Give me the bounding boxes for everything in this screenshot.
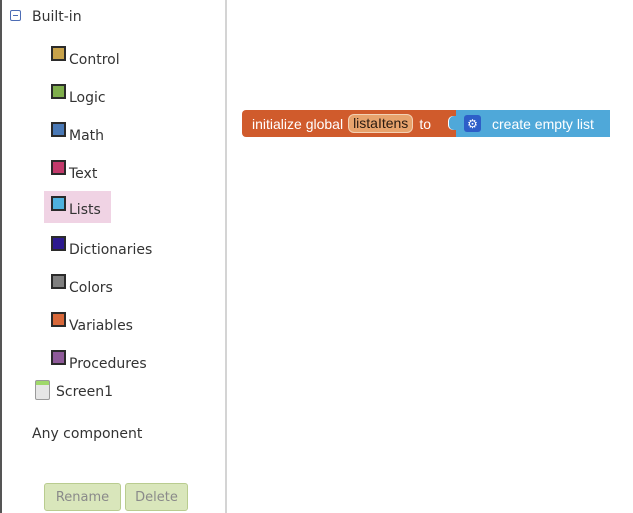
category-label: Math	[69, 128, 105, 144]
block-prefix-text: initialize global	[252, 115, 344, 132]
category-label: Dictionaries	[69, 242, 153, 258]
gear-icon[interactable]: ⚙	[464, 115, 481, 132]
screen-icon	[35, 380, 50, 400]
category-text[interactable]: Text	[44, 155, 97, 187]
text-swatch-icon	[51, 159, 66, 175]
list-block-label: create empty list	[492, 115, 594, 132]
category-label: Text	[69, 166, 98, 182]
lists-swatch-icon	[51, 195, 66, 211]
variable-name-field[interactable]: listaItens	[348, 114, 414, 133]
blocks-editor: Built-in Control Logic Math Text Lists D…	[0, 0, 633, 513]
collapse-icon[interactable]	[10, 10, 21, 21]
category-control[interactable]: Control	[44, 41, 120, 73]
create-empty-list-block[interactable]: ⚙ create empty list	[449, 110, 610, 137]
category-lists[interactable]: Lists	[44, 191, 111, 223]
variables-swatch-icon	[51, 311, 66, 327]
procedures-swatch-icon	[51, 349, 66, 365]
colors-swatch-icon	[51, 273, 66, 289]
category-colors[interactable]: Colors	[44, 269, 113, 301]
category-variables[interactable]: Variables	[44, 307, 133, 339]
screen-tree-node[interactable]: Screen1	[35, 380, 114, 400]
screen-label: Screen1	[56, 384, 114, 400]
initialize-global-block[interactable]: initialize global listaItens to	[242, 110, 459, 137]
control-swatch-icon	[51, 45, 66, 61]
category-procedures[interactable]: Procedures	[44, 345, 147, 377]
dictionaries-swatch-icon	[51, 235, 66, 251]
blocks-palette: Built-in Control Logic Math Text Lists D…	[2, 0, 226, 513]
category-label: Control	[69, 52, 120, 68]
category-label: Colors	[69, 280, 113, 296]
category-label: Logic	[69, 90, 106, 106]
any-component-node[interactable]: Any component	[32, 426, 142, 442]
category-logic[interactable]: Logic	[44, 79, 106, 111]
category-math[interactable]: Math	[44, 117, 104, 149]
builtin-label: Built-in	[32, 9, 82, 25]
blocks-workspace[interactable]: initialize global listaItens to ⚙ create…	[227, 0, 633, 513]
builtin-tree-node[interactable]: Built-in	[10, 6, 82, 28]
category-label: Lists	[69, 202, 101, 218]
block-suffix-text: to	[419, 115, 431, 132]
rename-button[interactable]: Rename	[44, 483, 121, 511]
logic-swatch-icon	[51, 83, 66, 99]
category-dictionaries[interactable]: Dictionaries	[44, 231, 152, 263]
category-label: Procedures	[69, 356, 147, 372]
delete-button[interactable]: Delete	[125, 483, 188, 511]
category-label: Variables	[69, 318, 133, 334]
math-swatch-icon	[51, 121, 66, 137]
